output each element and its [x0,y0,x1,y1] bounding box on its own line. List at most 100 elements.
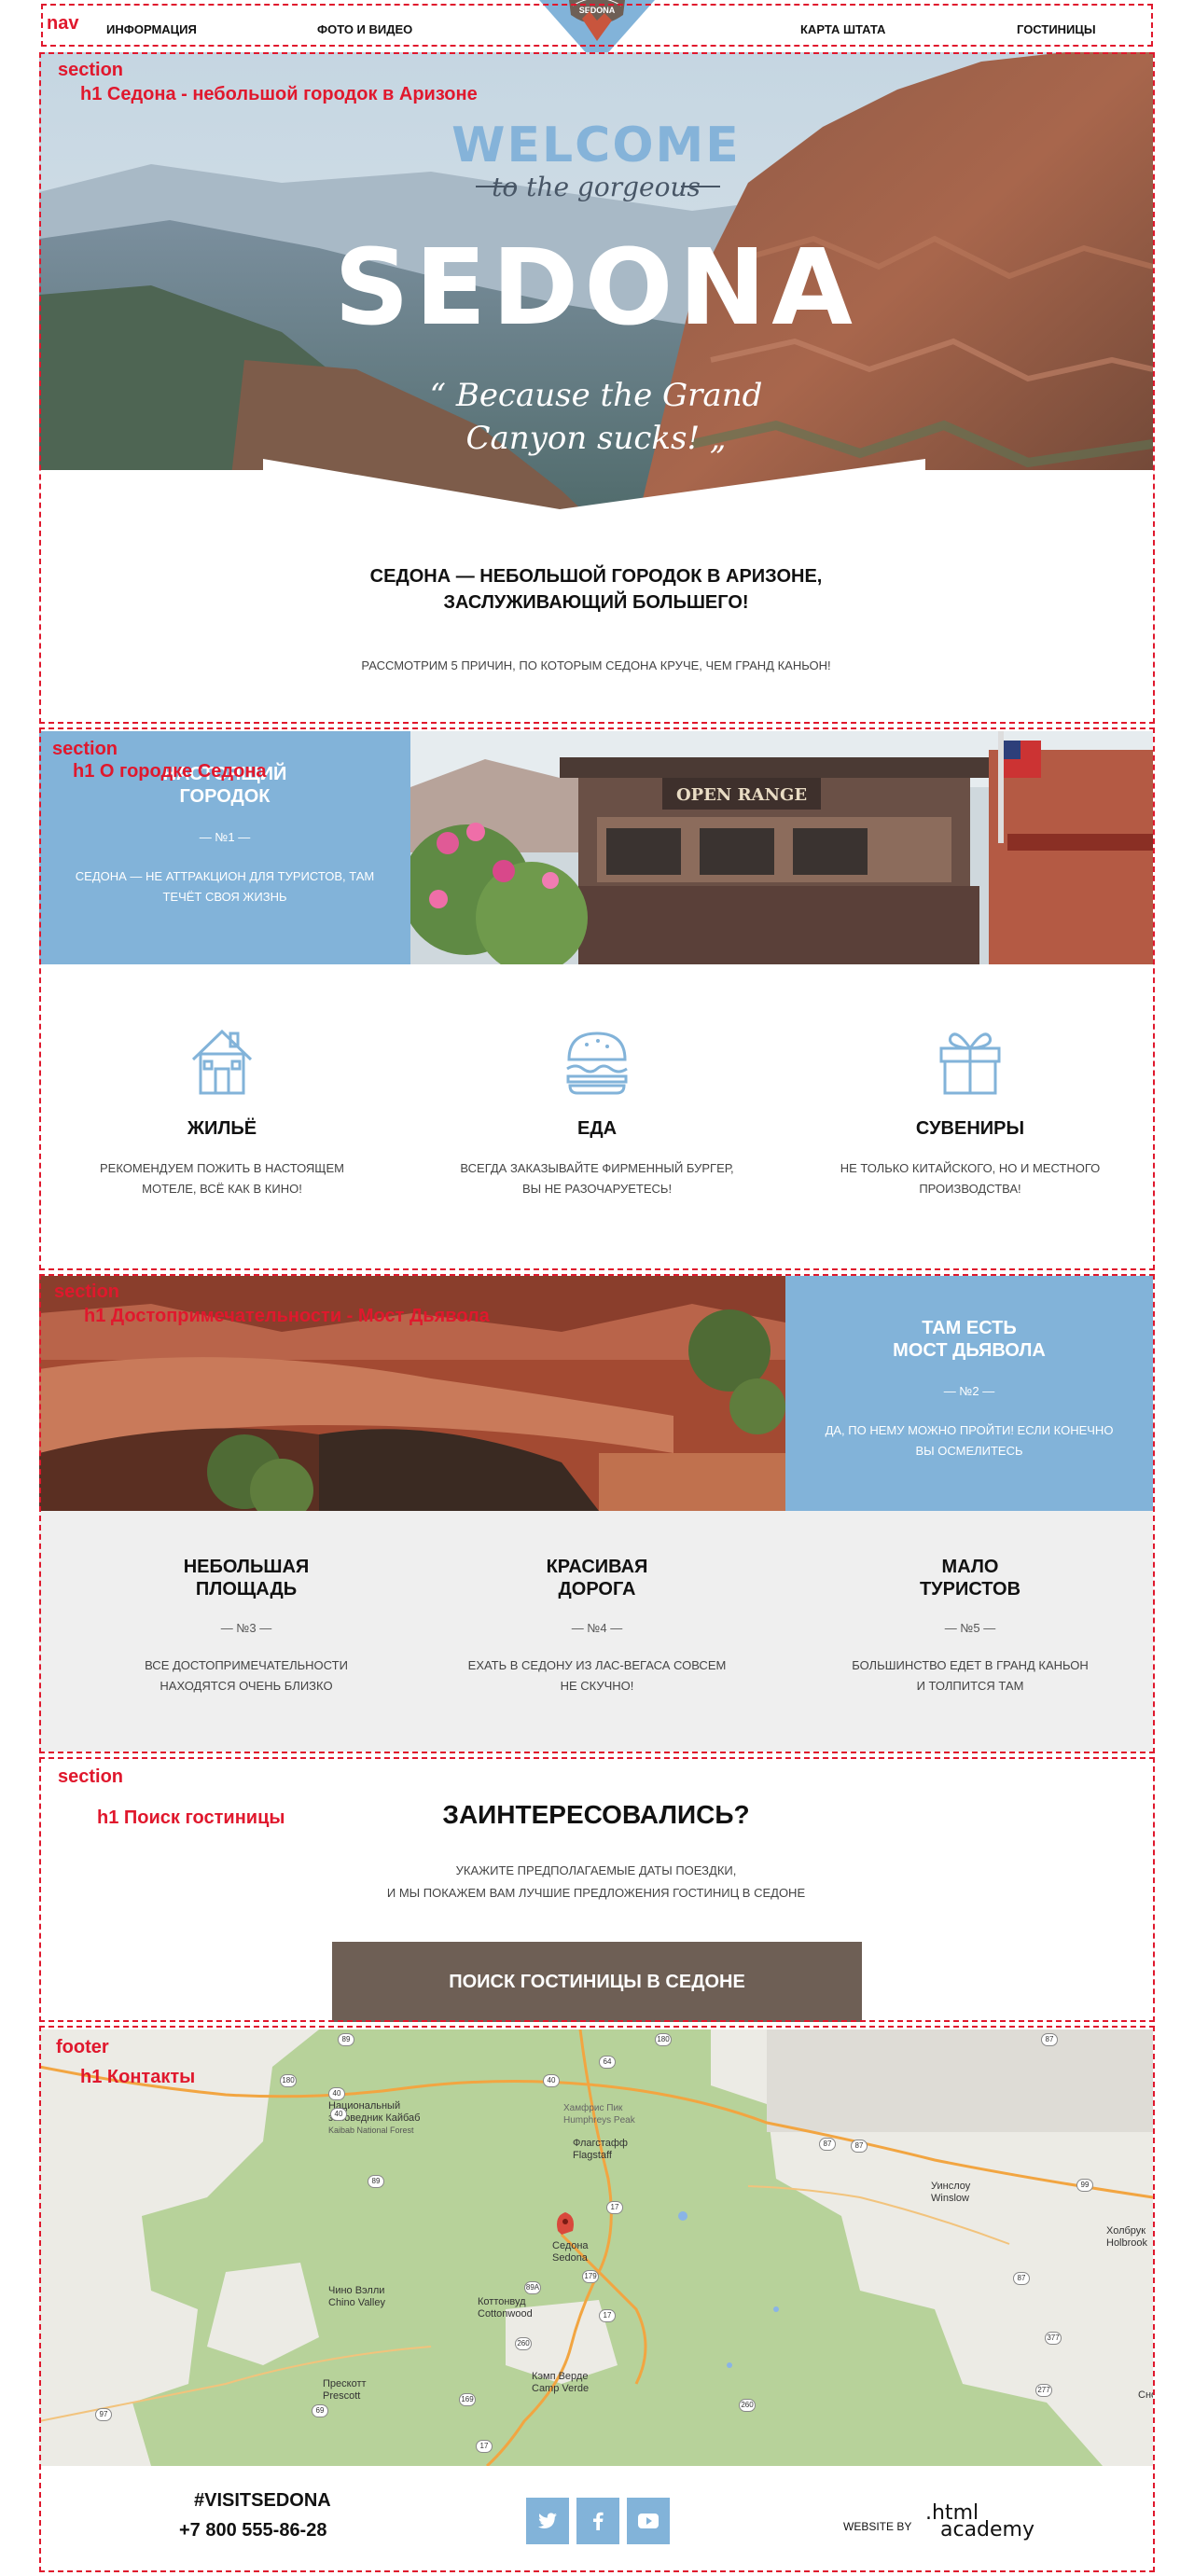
debug-label-section: section [58,1766,124,1787]
interest-text-line2: И МЫ ПОКАЖЕМ ВАМ ЛУЧШИЕ ПРЕДЛОЖЕНИЯ ГОСТ… [386,1886,806,1900]
reason2-number: — №2 — [943,1384,995,1398]
road-shield: 97 [95,2408,112,2421]
road-shield: 179 [582,2270,599,2283]
youtube-button[interactable] [627,2498,670,2544]
hero-subtitle: to the gorgeous [492,172,701,202]
debug-label-footer: footer [56,2037,109,2057]
footer-phone[interactable]: +7 800 555-86-28 [179,2520,326,2541]
road-shield: 17 [606,2201,623,2214]
search-hotel-button[interactable]: ПОИСК ГОСТИНИЦЫ В СЕДОНЕ [332,1942,862,2022]
feature-housing: ЖИЛЬЁ РЕКОМЕНДУЕМ ПОЖИТЬ В НАСТОЯЩЕМ МОТ… [73,1026,371,1199]
map-canvas [39,2029,1153,2466]
htmlacademy-logo[interactable]: .html academy [925,2503,1035,2541]
town-photo: OPEN RANGE [410,731,1153,964]
feature-text-line2: ПРОИЗВОДСТВА! [919,1182,1021,1196]
feature-text-line2: ВЫ НЕ РАЗОЧАРУЕТЕСЬ! [521,1182,673,1196]
reason-text-line2: И ТОЛПИТСЯ ТАМ [916,1679,1024,1693]
map-label-flagstaff: Флагстафф Flagstaff [573,2138,628,2161]
footer-bar: #VISITSEDONA +7 800 555-86-28 WEBSITE BY… [39,2466,1153,2570]
reason1-text-line1: СЕДОНА — НЕ АТТРАКЦИОН ДЛЯ ТУРИСТОВ, ТАМ [75,869,375,883]
twitter-icon [538,2513,557,2528]
feature-title: ЖИЛЬЁ [187,1118,257,1139]
road-shield: 40 [330,2108,347,2121]
reason1-text-line2: ТЕЧЁТ СВОЯ ЖИЗНЬ [162,890,287,904]
road-shield: 377 [1045,2332,1062,2345]
website-by-label: WEBSITE BY [843,2520,912,2533]
feature-text-line1: НЕ ТОЛЬКО КИТАЙСКОГО, НО И МЕСТНОГО [840,1161,1101,1175]
hero-quote: “ Because the Grand Canyon sucks! „ [39,374,1153,460]
road-shield: 87 [819,2138,836,2151]
road-shield: 40 [543,2074,560,2087]
reason-text-line1: ВСЕ ДОСТОПРИМЕЧАТЕЛЬНОСТИ [145,1658,348,1672]
debug-label-h1-hero: h1 Седона - небольшой городок в Аризоне [80,84,478,104]
map-label-chino: Чино Вэлли Chino Valley [328,2285,385,2308]
road-shield: 89 [368,2175,384,2188]
debug-label-nav: nav [47,13,79,34]
reason-title-line2: ТУРИСТОВ [919,1579,1021,1600]
map-label-campverde: Кэмп Верде Camp Verde [532,2371,590,2394]
hero-quote-line1: “ Because the Grand [429,377,763,414]
footer-hashtag[interactable]: #VISITSEDONA [194,2490,331,2512]
open-range-sign: OPEN RANGE [676,785,807,805]
reason-title-line1: МАЛО [941,1557,999,1577]
reason4: КРАСИВАЯ ДОРОГА — №4 — ЕХАТЬ В СЕДОНУ ИЗ… [457,1556,737,1697]
road-shield: 180 [280,2074,297,2087]
burger-icon [566,1032,628,1095]
reason-title-line1: КРАСИВАЯ [546,1557,648,1577]
road-shield: 64 [599,2056,616,2069]
reason2-title-line2: МОСТ ДЬЯВОЛА [893,1340,1046,1361]
academy-logo-bottom: academy [940,2518,1035,2541]
nav-link-map[interactable]: КАРТА ШТАТА [800,22,885,36]
reason-title-line2: ДОРОГА [558,1579,636,1600]
twitter-button[interactable] [526,2498,569,2544]
interest-text-line1: УКАЖИТЕ ПРЕДПОЛАГАЕМЫЕ ДАТЫ ПОЕЗДКИ, [455,1863,737,1877]
intro-title-line2: ЗАСЛУЖИВАЮЩИЙ БОЛЬШЕГО! [443,592,749,613]
map-label-edge: Сно [1138,2389,1153,2401]
debug-label-h1-about: h1 О городке Седона [73,761,267,782]
debug-label-section: section [58,60,124,80]
map-label-sedona: Седона Sedona [552,2240,589,2264]
reason-text-line1: ЕХАТЬ В СЕДОНУ ИЗ ЛАС-ВЕГАСА СОВСЕМ [467,1658,727,1672]
interest-text: УКАЖИТЕ ПРЕДПОЛАГАЕМЫЕ ДАТЫ ПОЕЗДКИ, И М… [39,1860,1153,1904]
map-label-winslow: Уинслоу Winslow [931,2181,971,2204]
house-icon [191,1029,253,1095]
feature-title: ЕДА [576,1118,618,1139]
facebook-button[interactable] [576,2498,619,2544]
reason-number: — №4 — [571,1621,623,1635]
intro-title-line1: СЕДОНА — НЕБОЛЬШОЙ ГОРОДОК В АРИЗОНЕ, [369,566,823,587]
intro-title: СЕДОНА — НЕБОЛЬШОЙ ГОРОДОК В АРИЗОНЕ, ЗА… [39,563,1153,616]
road-shield: 87 [851,2140,868,2153]
feature-text-line2: МОТЕЛЕ, ВСЁ КАК В КИНО! [142,1182,302,1196]
debug-label-section: section [52,739,118,759]
hero-title: SEDONA [334,228,858,349]
reason2-text-line2: ВЫ ОСМЕЛИТЕСЬ [915,1444,1023,1458]
debug-label-section: section [54,1281,120,1302]
road-shield: 87 [1041,2033,1058,2046]
road-shield: 260 [739,2399,756,2412]
nav-link-media[interactable]: ФОТО И ВИДЕО [317,22,412,36]
reason-title-line1: НЕБОЛЬШАЯ [183,1557,310,1577]
reason3: НЕБОЛЬШАЯ ПЛОЩАДЬ — №3 — ВСЕ ДОСТОПРИМЕЧ… [106,1556,386,1697]
road-shield: 89A [524,2281,541,2294]
reason-text-line2: НЕ СКУЧНО! [560,1679,634,1693]
area-map[interactable]: Флагстафф Flagstaff Хамфрис Пик Humphreys … [39,2029,1153,2466]
debug-label-h1-search: h1 Поиск гостиницы [97,1807,285,1828]
road-shield: 17 [476,2440,493,2453]
map-label-humphreys: Хамфрис Пик Humphreys Peak [563,2103,635,2126]
map-label-holbrook: Холбрук Holbrook [1106,2225,1148,2249]
reason2-title-line1: ТАМ ЕСТЬ [922,1318,1017,1338]
reason-text-line2: НАХОДЯТСЯ ОЧЕНЬ БЛИЗКО [160,1679,333,1693]
nav-link-info[interactable]: ИНФОРМАЦИЯ [106,22,197,36]
intro-subtitle: РАССМОТРИМ 5 ПРИЧИН, ПО КОТОРЫМ СЕДОНА К… [361,658,831,672]
nav-link-hotels[interactable]: ГОСТИНИЦЫ [1017,22,1096,36]
hero-welcome: WELCOME [451,118,741,173]
feature-food: ЕДА ВСЕГДА ЗАКАЗЫВАЙТЕ ФИРМЕННЫЙ БУРГЕР,… [448,1026,746,1199]
reason5: МАЛО ТУРИСТОВ — №5 — БОЛЬШИНСТВО ЕДЕТ В … [830,1556,1110,1697]
road-shield: 99 [1076,2179,1093,2192]
reason-number: — №3 — [220,1621,272,1635]
reason-number: — №5 — [944,1621,996,1635]
feature-title: СУВЕНИРЫ [915,1118,1025,1139]
reason-title-line2: ПЛОЩАДЬ [195,1579,298,1600]
road-shield: 89 [338,2033,354,2046]
debug-label-h1-contacts: h1 Контакты [80,2067,196,2087]
